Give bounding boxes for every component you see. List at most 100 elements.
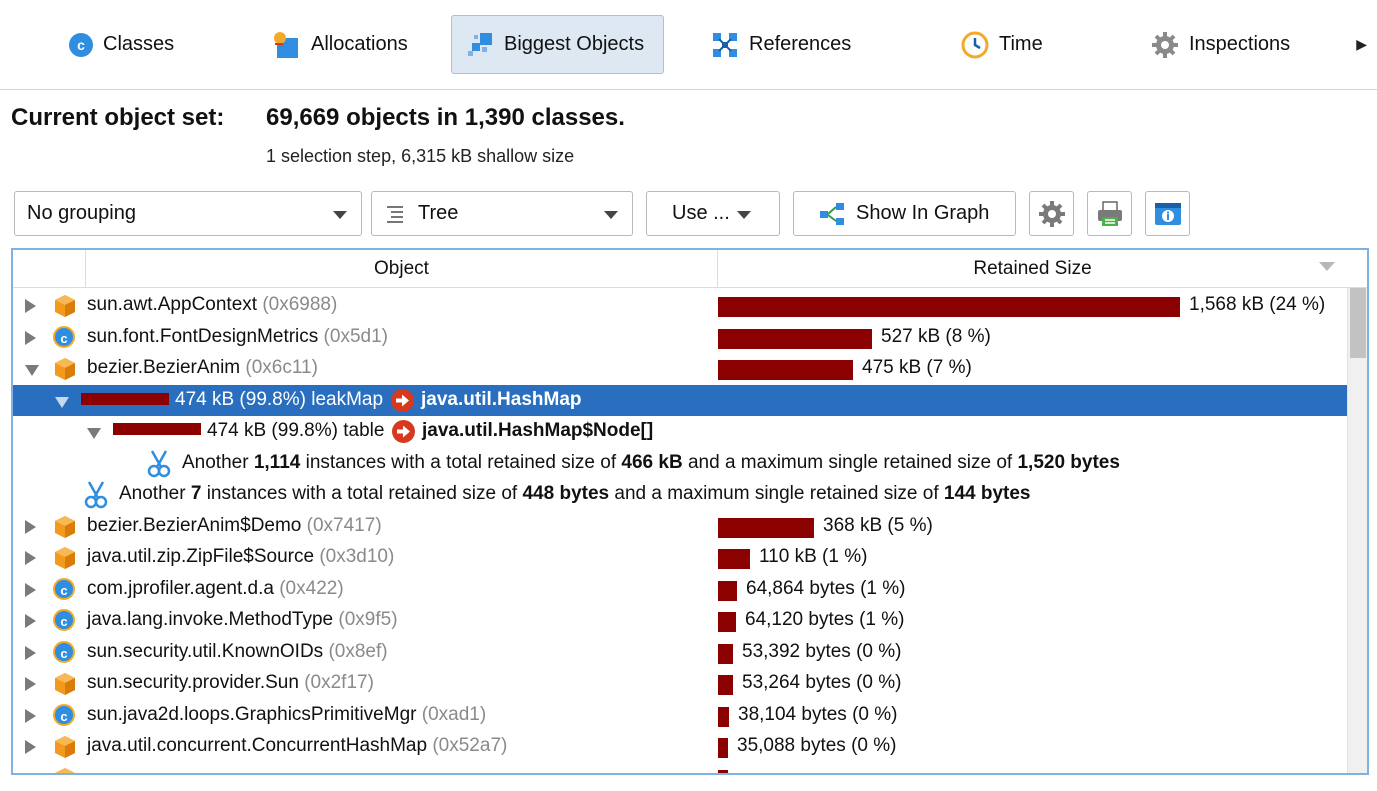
object-cube-icon (55, 673, 75, 695)
object-id: (0xad1) (421, 703, 487, 725)
object-id: (0x6988) (262, 294, 338, 315)
current-object-set-label: Current object set: (11, 104, 225, 131)
cut-off-summary-text: Another 1,114 instances with a total ret… (182, 452, 1120, 474)
tab-inspections[interactable]: Inspections (1136, 15, 1305, 74)
table-row[interactable]: java.util.zip.ZipFile$Source (0x3d10) 110… (13, 542, 1347, 574)
object-id: (0x6c11) (245, 357, 318, 378)
object-class-name: java.lang.invoke.MethodType (87, 609, 334, 630)
grouping-dropdown[interactable]: No grouping (14, 191, 362, 236)
object-label: java.lang.invoke.MethodType (0x9f5) (87, 609, 398, 631)
object-label: java.util.concurrent.ConcurrentHashMap (… (87, 735, 507, 757)
tab-time[interactable]: Time (946, 15, 1058, 74)
retained-size-bar (718, 549, 750, 569)
expand-arrow-icon[interactable] (25, 614, 36, 628)
object-class-name: sun.security.provider.Sun (87, 672, 299, 693)
expand-arrow-icon[interactable] (25, 582, 36, 597)
view-mode-dropdown[interactable]: Tree (371, 191, 633, 236)
retained-size-column-header[interactable]: Retained Size (717, 250, 1347, 288)
table-row[interactable] (13, 763, 1347, 773)
tab-allocations[interactable]: Allocations (256, 15, 423, 74)
expand-arrow-icon[interactable] (25, 519, 36, 534)
view-tab-bar: c Classes Allocations Biggest Objects Re… (0, 0, 1377, 90)
reference-field-name: leakMap (311, 388, 384, 410)
object-id: (0x9f5) (338, 609, 398, 630)
table-row[interactable]: bezier.BezierAnim (0x6c11) 475 kB (7 %) (13, 353, 1347, 385)
class-icon: c (53, 325, 75, 348)
object-label: sun.font.FontDesignMetrics (0x5d1) (87, 326, 388, 348)
tab-references[interactable]: References (696, 15, 866, 74)
object-column-header[interactable]: Object (85, 250, 717, 288)
grouping-value: No grouping (27, 202, 136, 224)
reference-arrow-icon (392, 420, 415, 443)
retained-size-value: 53,264 bytes (0 %) (742, 672, 902, 693)
object-id: (0x2f17) (304, 672, 374, 693)
tab-classes[interactable]: c Classes (54, 15, 189, 74)
table-row[interactable]: c java.lang.invoke.MethodType (0x9f5) 64,1… (13, 605, 1347, 637)
tab-label: References (749, 33, 852, 55)
selection-step-info: 1 selection step, 6,315 kB shallow size (266, 146, 575, 166)
table-row[interactable]: c com.jprofiler.agent.d.a (0x422) 64,864 b… (13, 574, 1347, 606)
reference-label: 474 kB (99.8%) table (207, 420, 384, 442)
reference-field-name: table (343, 420, 385, 441)
allocations-icon (274, 31, 298, 58)
summary-text: instances with a total retained size of (305, 451, 617, 473)
show-in-graph-button[interactable]: Show In Graph (793, 191, 1016, 236)
reference-type: java.util.HashMap$Node[] (422, 420, 654, 441)
table-row[interactable]: sun.awt.AppContext (0x6988) 1,568 kB (24 … (13, 290, 1347, 322)
reference-row-node-table[interactable]: 474 kB (99.8%) table java.util.HashMap$No… (13, 416, 1347, 448)
use-menu-button[interactable]: Use ... (646, 191, 780, 236)
summary-prefix: Another (182, 451, 249, 473)
expand-arrow-icon[interactable] (25, 645, 36, 660)
reference-row-leakmap[interactable]: 474 kB (99.8%) leakMap java.util.HashMap (13, 384, 1347, 416)
table-row[interactable]: sun.security.provider.Sun (0x2f17) 53,264… (13, 668, 1347, 700)
tab-biggest-objects[interactable]: Biggest Objects (451, 15, 664, 74)
settings-button[interactable] (1029, 191, 1074, 236)
expand-arrow-icon[interactable] (25, 330, 36, 345)
summary-text: instances with a total retained size of (206, 483, 518, 504)
collapse-arrow-icon[interactable] (25, 365, 39, 376)
retained-size-bar (113, 423, 201, 435)
object-class-name: java.util.concurrent.ConcurrentHashMap (87, 735, 428, 756)
table-row[interactable]: c sun.java2d.loops.GraphicsPrimitiveMgr (… (13, 700, 1347, 732)
object-label: java.util.zip.ZipFile$Source (0x3d10) (87, 546, 394, 568)
vertical-scrollbar[interactable] (1347, 288, 1367, 773)
printer-icon (1097, 200, 1122, 226)
object-label: sun.awt.AppContext (0x6988) (87, 294, 337, 316)
table-row[interactable]: bezier.BezierAnim$Demo (0x7417) 368 kB (5… (13, 511, 1347, 543)
biggest-objects-table: Object Retained Size sun.awt.AppContext … (11, 248, 1369, 775)
help-button[interactable] (1145, 191, 1190, 236)
table-row[interactable]: c sun.security.util.KnownOIDs (0x8ef) 53,3… (13, 637, 1347, 669)
expand-arrow-icon[interactable] (25, 677, 36, 691)
tree-icon (387, 205, 403, 223)
retained-size-bar (718, 360, 853, 380)
object-class-name: sun.awt.AppContext (87, 294, 258, 315)
retained-size-bar (81, 392, 169, 405)
table-row[interactable]: c sun.font.FontDesignMetrics (0x5d1) 527 k… (13, 322, 1347, 354)
expand-arrow-icon[interactable] (25, 740, 36, 754)
expand-arrow-icon[interactable] (25, 299, 36, 313)
retained-size-value: 53,392 bytes (0 %) (742, 640, 902, 662)
tab-label: Biggest Objects (504, 33, 645, 55)
object-label: sun.security.util.KnownOIDs (0x8ef) (87, 641, 388, 663)
object-id: (0x7417) (306, 514, 382, 536)
object-label: sun.java2d.loops.GraphicsPrimitiveMgr (0… (87, 704, 486, 726)
tab-label: Inspections (1189, 33, 1291, 55)
chevron-down-icon (737, 211, 751, 219)
object-class-name: sun.security.util.KnownOIDs (87, 640, 324, 662)
object-id: (0x5d1) (323, 325, 388, 347)
scissors-icon (84, 481, 108, 509)
collapse-arrow-icon[interactable] (55, 396, 69, 408)
table-row[interactable]: java.util.concurrent.ConcurrentHashMap (… (13, 731, 1347, 763)
object-class-name: bezier.BezierAnim (87, 357, 241, 378)
class-icon: c (53, 609, 75, 631)
object-cube-icon (55, 295, 75, 317)
retained-size-bar (718, 675, 733, 695)
expand-arrow-icon[interactable] (25, 708, 36, 723)
scissors-icon (147, 449, 171, 477)
scrollbar-thumb[interactable] (1350, 288, 1366, 358)
collapse-arrow-icon[interactable] (87, 428, 101, 439)
expand-arrow-icon[interactable] (25, 551, 36, 565)
print-button[interactable] (1087, 191, 1132, 236)
tab-scroll-right-icon[interactable]: ▶ (1356, 36, 1367, 53)
object-class-name: sun.java2d.loops.GraphicsPrimitiveMgr (87, 703, 417, 725)
